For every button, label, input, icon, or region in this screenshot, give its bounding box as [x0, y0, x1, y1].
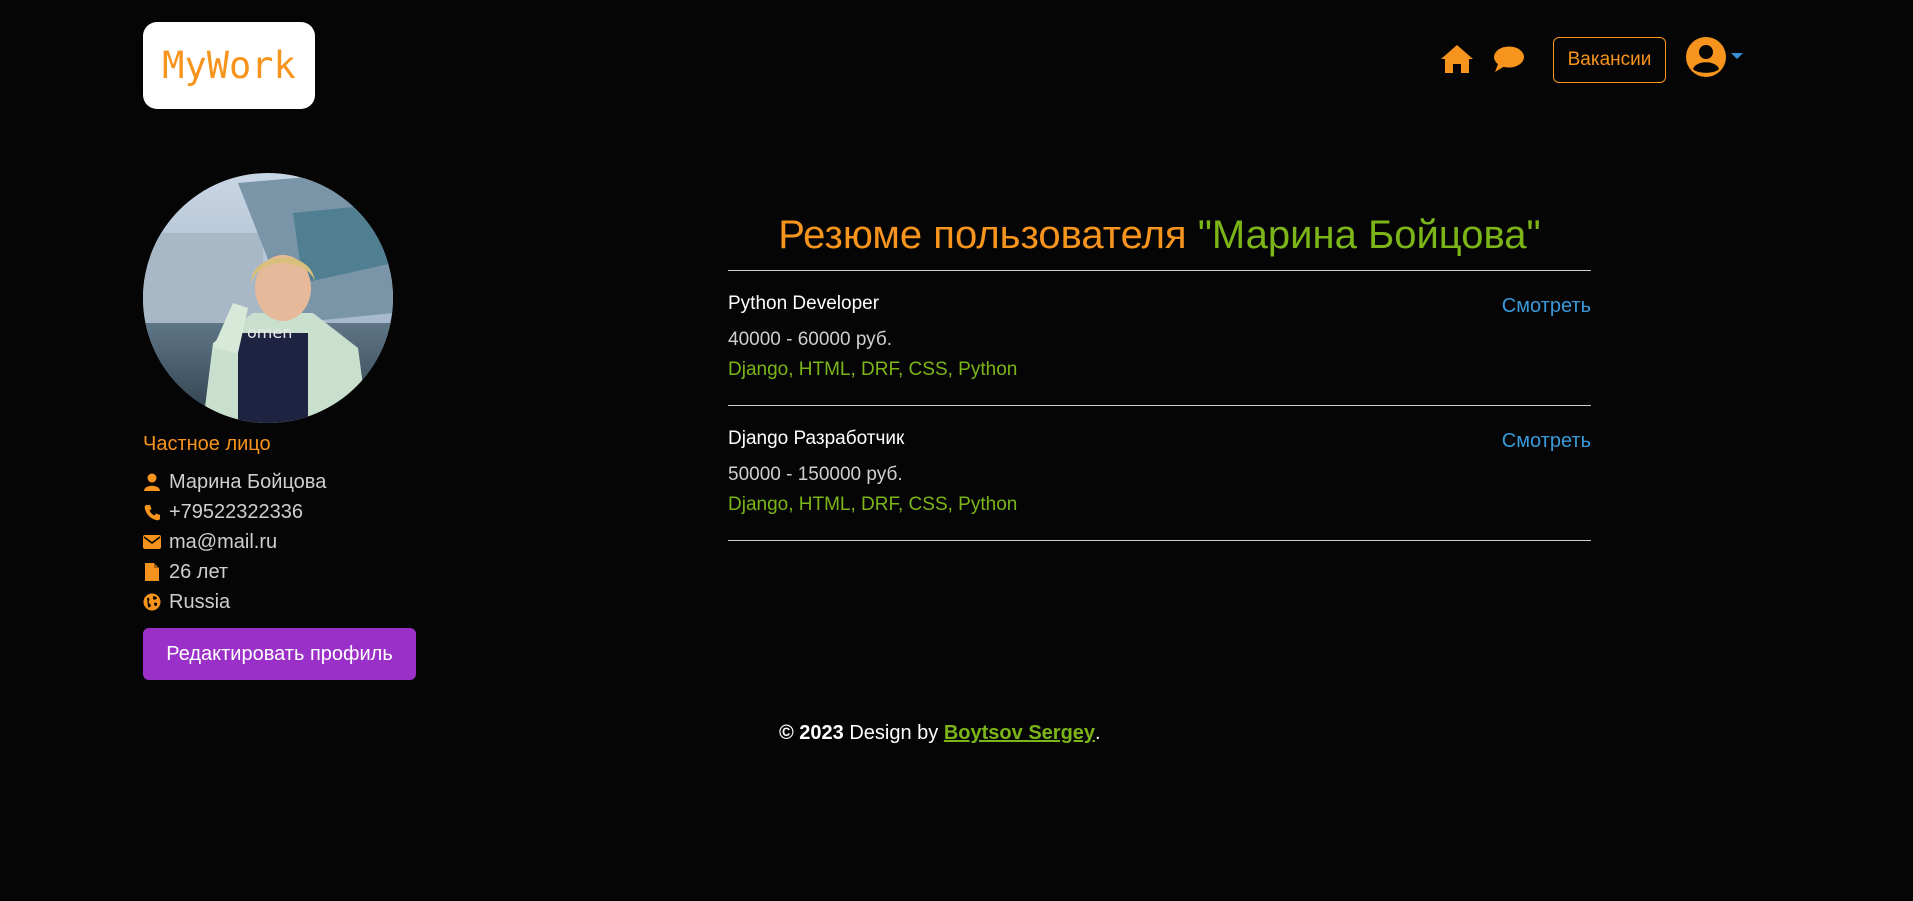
user-menu[interactable]	[1685, 36, 1745, 83]
footer-author-link[interactable]: Boytsov Sergey	[944, 722, 1095, 744]
resume-salary: 40000 - 60000 руб.	[728, 329, 893, 350]
resume-title: Django Разработчик	[728, 428, 905, 449]
view-resume-link[interactable]: Смотреть	[1502, 295, 1591, 318]
home-icon[interactable]	[1437, 40, 1477, 78]
chevron-down-icon	[1731, 53, 1743, 59]
resume-title: Python Developer	[728, 293, 880, 314]
profile-info-list: Марина Бойцова +79522322336 ma@mail.ru 2…	[143, 467, 326, 617]
profile-phone: +79522322336	[169, 500, 304, 523]
resume-skills: Django, HTML, DRF, CSS, Python	[728, 359, 1018, 380]
resume-item: Django Разработчик Смотреть 50000 - 1500…	[728, 406, 1591, 540]
resume-skills: Django, HTML, DRF, CSS, Python	[728, 494, 1018, 515]
page-title: Резюме пользователя "Марина Бойцова"	[728, 213, 1591, 258]
resume-item: Python Developer Смотреть 40000 - 60000 …	[728, 271, 1591, 405]
chat-icon[interactable]	[1490, 42, 1528, 76]
logo[interactable]: MyWork	[143, 22, 315, 109]
edit-profile-button[interactable]: Редактировать профиль	[143, 628, 416, 680]
svg-text:omen: omen	[247, 323, 292, 342]
footer: © 2023 Design by Boytsov Sergey.	[779, 722, 1101, 745]
profile-phone-row: +79522322336	[143, 497, 326, 527]
profile-photo: omen	[143, 173, 393, 423]
phone-icon	[143, 503, 161, 521]
envelope-icon	[143, 533, 161, 551]
page-title-prefix: Резюме пользователя	[778, 213, 1198, 257]
vacancies-button[interactable]: Вакансии	[1553, 37, 1666, 83]
profile-email: ma@mail.ru	[169, 530, 278, 553]
file-icon	[143, 563, 161, 581]
globe-icon	[143, 593, 161, 611]
profile-country: Russia	[169, 590, 231, 613]
user-circle-icon	[1685, 36, 1727, 83]
resume-list: Python Developer Смотреть 40000 - 60000 …	[728, 270, 1591, 541]
profile-name-row: Марина Бойцова	[143, 467, 326, 497]
profile-name: Марина Бойцова	[169, 470, 327, 493]
profile-age-row: 26 лет	[143, 557, 326, 587]
view-resume-link[interactable]: Смотреть	[1502, 430, 1591, 453]
user-icon	[143, 473, 161, 491]
profile-email-row: ma@mail.ru	[143, 527, 326, 557]
page-title-username: "Марина Бойцова"	[1197, 213, 1541, 257]
footer-design-by: Design by	[843, 722, 944, 744]
profile-age: 26 лет	[169, 560, 229, 583]
resume-salary: 50000 - 150000 руб.	[728, 464, 903, 485]
profile-country-row: Russia	[143, 587, 326, 617]
divider	[728, 540, 1591, 541]
person-type-label: Частное лицо	[143, 433, 271, 455]
footer-copyright: © 2023	[779, 722, 844, 744]
footer-period: .	[1095, 722, 1101, 744]
